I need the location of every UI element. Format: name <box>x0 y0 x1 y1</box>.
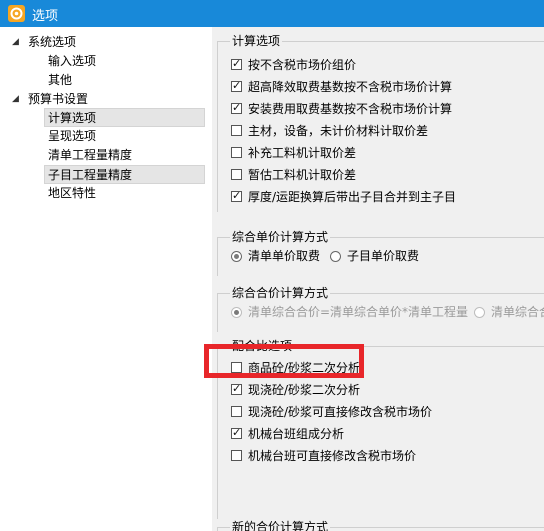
checkbox-label: 主材，设备，未计价材料计取价差 <box>248 124 429 138</box>
checkbox-label: 机械台班可直接修改含税市场价 <box>248 449 417 463</box>
radio-label: 子目单价取费 <box>347 249 420 263</box>
checkbox-label: 机械台班组成分析 <box>248 427 345 441</box>
title-bar: 选项 <box>0 0 544 27</box>
tree-group-system-options[interactable]: 系统选项 <box>28 33 76 51</box>
checkbox-label: 按不含税市场价组价 <box>248 58 357 72</box>
group-title: 综合合价计算方式 <box>230 285 331 301</box>
group-title: 计算选项 <box>230 33 283 49</box>
radio-total-by-list-alt[interactable] <box>474 307 485 318</box>
tree-item-subitem-quantity-precision[interactable]: 子目工程量精度 <box>44 165 205 184</box>
tree-item-list-quantity-precision[interactable]: 清单工程量精度 <box>46 146 132 165</box>
checkbox-label: 暂估工料机计取价差 <box>248 168 357 182</box>
checkbox-label: 补充工料机计取价差 <box>248 146 357 160</box>
radio-label: 清单单价取费 <box>248 249 321 263</box>
tree-group-budget-settings[interactable]: 预算书设置 <box>28 90 88 108</box>
checkbox[interactable] <box>231 169 242 180</box>
checkbox[interactable] <box>231 101 242 114</box>
checkbox[interactable] <box>231 125 242 136</box>
expand-toggle-icon[interactable]: ◢ <box>12 37 19 47</box>
tree-item-display-options[interactable]: 呈现选项 <box>46 127 96 146</box>
checkbox-label: 安装费用取费基数按不含税市场价计算 <box>248 102 453 116</box>
radio-label: 清单综合合价=清单综合单价*清单工程量 <box>248 305 469 319</box>
group-title: 新的合价计算方式 <box>230 519 331 531</box>
checkbox[interactable] <box>231 57 242 70</box>
window-title: 选项 <box>32 9 59 24</box>
checkbox[interactable] <box>231 382 242 395</box>
total-price-method-group: 综合合价计算方式 清单综合合价=清单综合单价*清单工程量 清单综合合 <box>217 285 544 332</box>
app-logo-icon <box>8 5 25 22</box>
checkbox-label: 现浇砼/砂浆可直接修改含税市场价 <box>248 405 433 419</box>
calc-options-group: 计算选项 按不含税市场价组价 超高降效取费基数按不含税市场价计算 安装费用取费基… <box>217 33 544 212</box>
settings-panel: 计算选项 按不含税市场价组价 超高降效取费基数按不含税市场价计算 安装费用取费基… <box>212 27 544 531</box>
checkbox[interactable] <box>231 79 242 92</box>
checkbox-label: 现浇砼/砂浆二次分析 <box>248 383 361 397</box>
group-title: 综合单价计算方式 <box>230 229 331 245</box>
tree-item-regional-features[interactable]: 地区特性 <box>46 184 96 203</box>
checkbox[interactable] <box>231 147 242 158</box>
tree-item-calc-options[interactable]: 计算选项 <box>44 108 205 127</box>
checkbox[interactable] <box>231 426 242 439</box>
tree-item-input-options[interactable]: 输入选项 <box>46 52 96 71</box>
tree-item-other[interactable]: 其他 <box>46 71 72 90</box>
unit-price-method-group: 综合单价计算方式 清单单价取费 子目单价取费 <box>217 229 544 276</box>
radio-label: 清单综合合 <box>491 305 544 319</box>
checkbox[interactable] <box>231 450 242 461</box>
next-method-group: 新的合价计算方式 <box>217 519 544 531</box>
checkbox-label: 超高降效取费基数按不含税市场价计算 <box>248 80 453 94</box>
radio-unit-price-by-list[interactable] <box>231 251 242 262</box>
highlight-box <box>204 344 364 378</box>
checkbox[interactable] <box>231 189 242 202</box>
options-tree: ◢ 系统选项 输入选项 其他 ◢ 预算书设置 计算选项 呈现选项 清单工程量精度… <box>0 27 213 531</box>
expand-toggle-icon[interactable]: ◢ <box>12 94 19 104</box>
radio-unit-price-by-subitem[interactable] <box>330 251 341 262</box>
checkbox[interactable] <box>231 406 242 417</box>
checkbox-label: 厚度/运距换算后带出子目合并到主子目 <box>248 190 457 204</box>
radio-total-by-list-formula[interactable] <box>231 307 242 318</box>
